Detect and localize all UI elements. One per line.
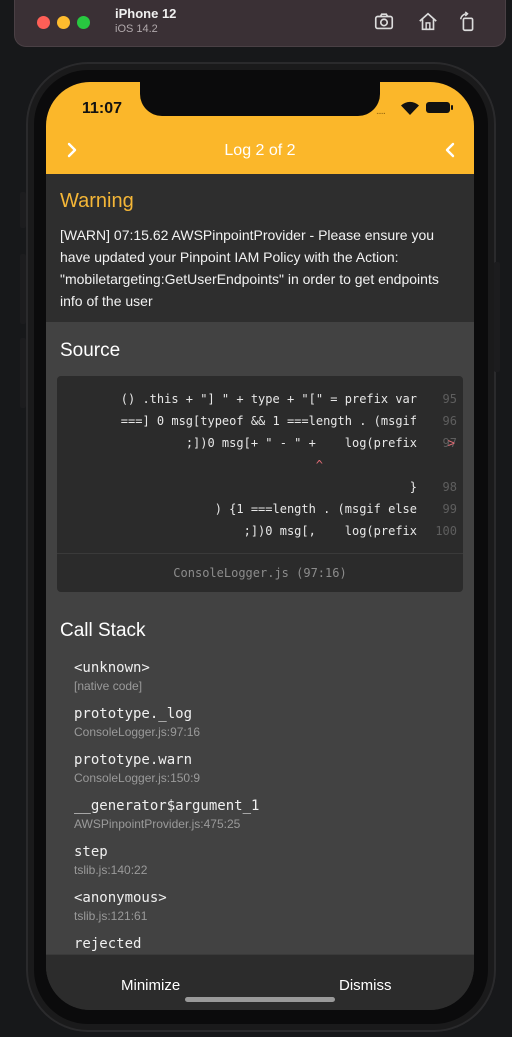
code-text: ;])0 msg[, log(prefix — [243, 524, 417, 538]
code-line: ;])0 msg[, log(prefix 100 — [57, 520, 463, 542]
frame-file: ConsoleLogger.js:97:16 — [74, 725, 201, 739]
mute-switch — [20, 192, 26, 228]
frame-file: AWSPinpointProvider.js:475:25 — [74, 817, 241, 831]
frame-function: step — [74, 844, 108, 860]
stack-frame[interactable]: <anonymous> tslib.js:121:61 — [74, 888, 464, 934]
close-window-button[interactable] — [37, 16, 50, 29]
line-number: 98 — [442, 480, 457, 494]
log-footer: Minimize Dismiss — [46, 954, 474, 1010]
cellular-icon: ..... — [376, 106, 386, 117]
code-line: ===] 0 msg[typeof && 1 ===length . (msgi… — [57, 410, 463, 432]
notch — [140, 82, 380, 116]
code-line: ) {1 ===length . (msgif else 99 — [57, 498, 463, 520]
status-icons: ..... — [376, 100, 456, 117]
frame-function: rejected — [74, 936, 142, 952]
source-code-frame[interactable]: () .this + "] " + type + "[" = prefix va… — [57, 376, 463, 592]
frame-file: tslib.js:140:22 — [74, 863, 148, 877]
stack-frame[interactable]: <unknown> [native code] — [74, 658, 464, 704]
simulator-title-bar: iPhone 12 iOS 14.2 — [14, 0, 506, 47]
previous-log-button[interactable] — [438, 138, 462, 162]
log-body[interactable]: Source () .this + "] " + type + "[" = pr… — [46, 322, 474, 954]
chevron-left-icon — [445, 142, 455, 158]
screenshot-button[interactable] — [371, 10, 397, 34]
code-text: ===] 0 msg[typeof && 1 ===length . (msgi… — [120, 414, 417, 428]
frame-function: prototype._log — [74, 706, 193, 722]
code-text: } — [409, 480, 417, 494]
frame-function: <anonymous> — [74, 890, 167, 906]
line-number: 99 — [442, 502, 457, 516]
call-stack-title: Call Stack — [60, 620, 146, 641]
minimize-window-button[interactable] — [57, 16, 70, 29]
code-text: ) {1 ===length . (msgif else — [214, 502, 417, 516]
stack-frame[interactable]: prototype.warn ConsoleLogger.js:150:9 — [74, 750, 464, 796]
log-header: 11:07 ..... Log 2 of 2 — [46, 82, 474, 174]
error-line-marker: > — [447, 436, 455, 450]
frame-file: [native code] — [74, 679, 143, 693]
dismiss-button[interactable]: Dismiss — [339, 977, 392, 994]
battery-icon — [426, 102, 453, 113]
warning-section: Warning [WARN] 07:15.62 AWSPinpointProvi… — [46, 174, 474, 322]
warning-title: Warning — [60, 190, 134, 212]
source-file-location[interactable]: ConsoleLogger.js (97:16) — [57, 553, 463, 593]
stack-frame[interactable]: prototype._log ConsoleLogger.js:97:16 — [74, 704, 464, 750]
line-number: 95 — [442, 392, 457, 406]
rotate-icon — [459, 11, 474, 32]
code-line: () .this + "] " + type + "[" = prefix va… — [57, 388, 463, 410]
stack-frame[interactable]: step tslib.js:140:22 — [74, 842, 464, 888]
frame-file: tslib.js:121:61 — [74, 909, 148, 923]
camera-icon — [374, 13, 394, 30]
home-button[interactable] — [415, 10, 441, 34]
frame-function: <unknown> — [74, 660, 150, 676]
code-line-highlighted: ;])0 msg[+ " - " + log(prefix 97 > — [57, 432, 463, 454]
code-text: () .this + "] " + type + "[" = prefix va… — [120, 392, 417, 406]
device-name: iPhone 12 — [115, 6, 177, 21]
frame-function: prototype.warn — [74, 752, 193, 768]
error-caret: ^ — [315, 458, 323, 472]
log-counter-title: Log 2 of 2 — [224, 142, 296, 159]
status-time: 11:07 — [82, 100, 123, 117]
zoom-window-button[interactable] — [77, 16, 90, 29]
rotate-button[interactable] — [455, 10, 481, 34]
source-title: Source — [60, 340, 121, 361]
code-line: } 98 — [57, 476, 463, 498]
line-number: 100 — [435, 524, 457, 538]
call-stack-list: <unknown> [native code] prototype._log C… — [74, 658, 464, 980]
frame-file: ConsoleLogger.js:150:9 — [74, 771, 201, 785]
minimize-button[interactable]: Minimize — [121, 977, 180, 994]
code-text: ;])0 msg[+ " - " + log(prefix — [185, 436, 417, 450]
volume-up-button — [20, 254, 26, 324]
stack-frame[interactable]: __generator$argument_1 AWSPinpointProvid… — [74, 796, 464, 842]
line-number: 96 — [442, 414, 457, 428]
device-screen: 11:07 ..... Log 2 of 2 Warning [WARN] 07… — [46, 82, 474, 1010]
home-indicator[interactable] — [185, 997, 335, 1002]
frame-function: __generator$argument_1 — [74, 798, 260, 814]
volume-down-button — [20, 338, 26, 408]
power-button — [494, 262, 500, 372]
wifi-icon — [401, 101, 419, 115]
caret-line: ^ — [57, 454, 463, 476]
warning-message: [WARN] 07:15.62 AWSPinpointProvider - Pl… — [60, 227, 439, 309]
device-os-version: iOS 14.2 — [115, 23, 158, 35]
home-icon — [419, 12, 437, 31]
